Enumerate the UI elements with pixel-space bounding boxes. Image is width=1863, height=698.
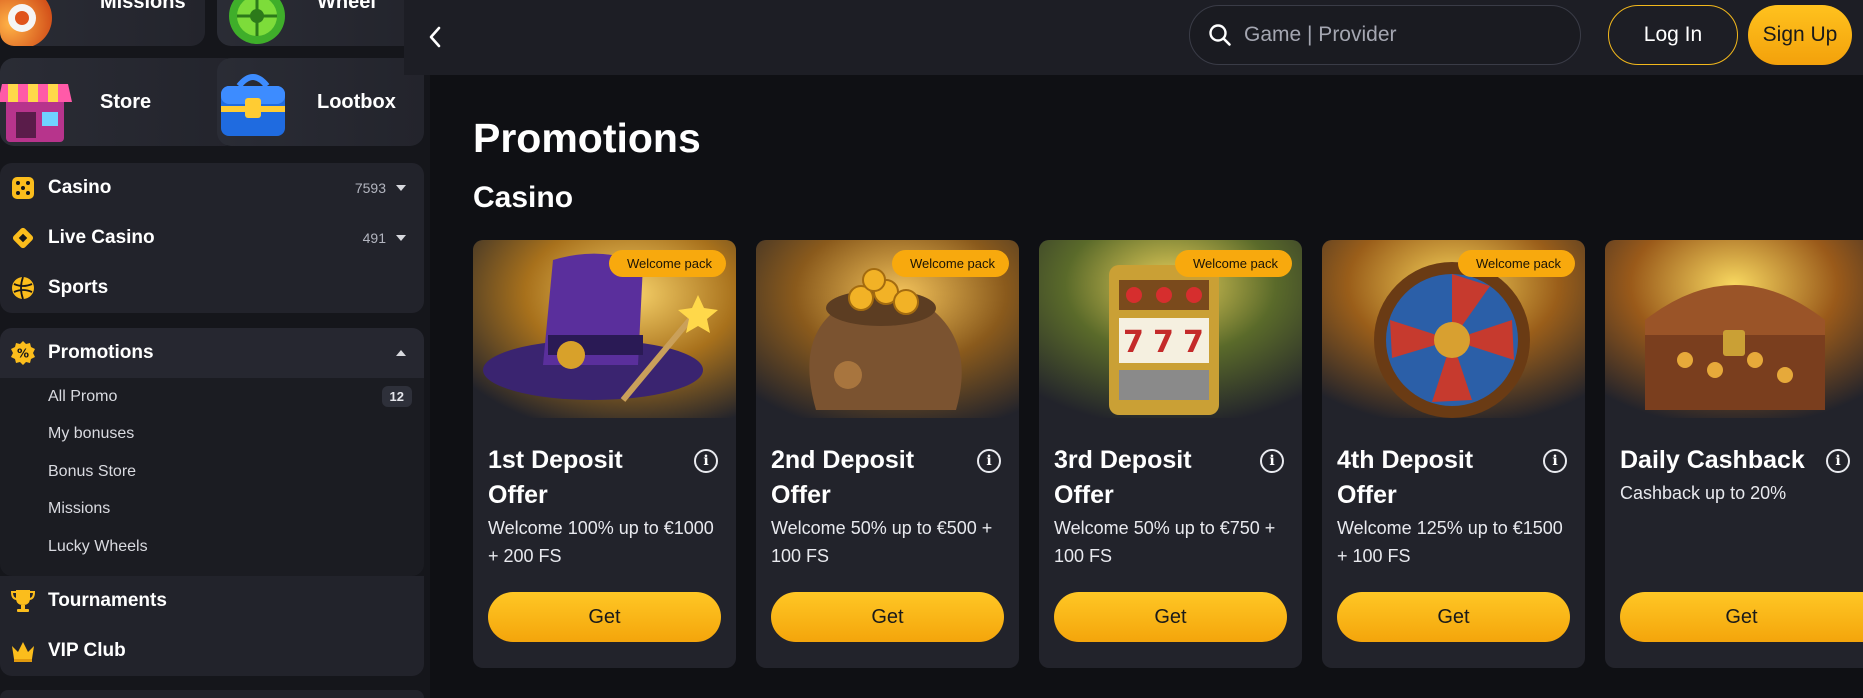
info-icon[interactable]: i — [1826, 449, 1850, 473]
nav-label: Live Casino — [48, 227, 155, 248]
sub-item-my-bonuses[interactable]: My bonuses — [0, 416, 424, 454]
sub-item-label: Lucky Wheels — [48, 537, 148, 555]
sub-item-missions[interactable]: Missions — [0, 491, 424, 529]
lootbox-tile[interactable]: Lootbox — [217, 58, 424, 146]
missions-icon — [0, 0, 80, 46]
sub-item-label: My bonuses — [48, 425, 135, 443]
search-bar[interactable] — [1189, 5, 1581, 65]
sub-item-label: Bonus Store — [48, 462, 137, 480]
game-count: 491 — [362, 230, 386, 246]
live-casino-icon — [10, 225, 36, 251]
svg-text:7: 7 — [1183, 325, 1204, 360]
collapse-sidebar-button[interactable] — [420, 20, 450, 54]
sidebar-divider — [0, 690, 424, 698]
games-nav-panel: Casino 7593 Live Casino 491 Sports — [0, 163, 424, 313]
sub-item-lucky-wheels[interactable]: Lucky Wheels — [0, 528, 424, 566]
get-button[interactable]: Get — [488, 592, 721, 642]
promo-card[interactable]: 777 Welcome pack 3rd Deposit Offer i Wel… — [1039, 240, 1302, 668]
nav-live-casino[interactable]: Live Casino 491 — [0, 213, 424, 263]
get-button[interactable]: Get — [1054, 592, 1287, 642]
tile-label: Store — [100, 90, 152, 113]
sub-item-all-promo[interactable]: All Promo 12 — [0, 378, 424, 416]
nav-label: Casino — [48, 177, 112, 198]
nav-label: Promotions — [48, 342, 154, 363]
nav-label: VIP Club — [48, 640, 126, 661]
card-description: Welcome 125% up to €1500 + 100 FS — [1337, 518, 1563, 566]
info-icon[interactable]: i — [1543, 449, 1567, 473]
missions-tile[interactable]: Missions — [0, 0, 205, 46]
info-icon[interactable]: i — [694, 449, 718, 473]
card-title: 4th Deposit Offer — [1337, 446, 1474, 509]
count-badge: 12 — [381, 386, 412, 408]
svg-text:7: 7 — [1153, 325, 1174, 360]
nav-label: Tournaments — [48, 590, 167, 611]
chevron-left-icon — [429, 26, 441, 48]
main-content: Promotions Casino Welcome pack 1st Depos… — [436, 75, 1863, 698]
card-title: 1st Deposit Offer — [488, 446, 623, 509]
sub-item-bonus-store[interactable]: Bonus Store — [0, 453, 424, 491]
welcome-pack-badge: Welcome pack — [1457, 250, 1575, 277]
welcome-pack-badge: Welcome pack — [608, 250, 726, 277]
get-button[interactable]: Get — [1620, 592, 1863, 642]
info-icon[interactable]: i — [977, 449, 1001, 473]
tile-label: Lootbox — [317, 90, 396, 113]
page-title: Promotions — [473, 115, 701, 161]
section-title: Casino — [473, 181, 574, 214]
nav-vip-club[interactable]: VIP Club — [0, 626, 424, 676]
game-count: 7593 — [354, 180, 386, 196]
svg-text:%: % — [17, 347, 29, 361]
nav-casino[interactable]: Casino 7593 — [0, 163, 424, 213]
welcome-pack-badge: Welcome pack — [1174, 250, 1292, 277]
chevron-up-icon[interactable] — [396, 350, 406, 356]
nav-sports[interactable]: Sports — [0, 263, 424, 313]
store-icon — [0, 58, 80, 146]
card-description: Welcome 50% up to €500 + 100 FS — [771, 518, 993, 566]
sub-item-label: Missions — [48, 500, 111, 518]
extras-panel: Tournaments VIP Club — [0, 576, 424, 676]
card-title: Daily Cashback — [1620, 446, 1805, 474]
percent-badge-icon: % — [10, 340, 36, 366]
sidebar: Missions Wheel Store Lootbox Casino 7593 — [0, 0, 430, 698]
wheel-tile[interactable]: Wheel — [217, 0, 424, 46]
info-icon[interactable]: i — [1260, 449, 1284, 473]
lootbox-icon — [217, 58, 297, 146]
svg-text:7: 7 — [1123, 325, 1144, 360]
promotions-panel: % Promotions All Promo 12 My bonuses Bon… — [0, 328, 424, 576]
card-title: 3rd Deposit Offer — [1054, 446, 1192, 509]
promo-card[interactable]: Welcome pack 4th Deposit Offer i Welcome… — [1322, 240, 1585, 668]
promo-card[interactable]: Welcome pack 2nd Deposit Offer i Welcome… — [756, 240, 1019, 668]
ball-icon — [10, 275, 36, 301]
tile-label: Missions — [100, 0, 186, 13]
dice-icon — [10, 175, 36, 201]
search-input[interactable] — [1244, 23, 1544, 47]
sub-item-label: All Promo — [48, 387, 118, 405]
wheel-icon — [217, 0, 297, 46]
search-icon — [1209, 24, 1231, 46]
get-button[interactable]: Get — [1337, 592, 1570, 642]
store-tile[interactable]: Store — [0, 58, 238, 146]
card-description: Cashback up to 20% — [1620, 483, 1787, 503]
nav-tournaments[interactable]: Tournaments — [0, 576, 424, 626]
signup-button[interactable]: Sign Up — [1748, 5, 1852, 65]
login-button[interactable]: Log In — [1608, 5, 1738, 65]
nav-promotions[interactable]: % Promotions — [0, 328, 424, 378]
topbar: Log In Sign Up — [404, 0, 1863, 75]
promo-card[interactable]: Welcome pack 1st Deposit Offer i Welcome… — [473, 240, 736, 668]
promo-card[interactable]: Daily Cashback i Cashback up to 20% Get — [1605, 240, 1863, 668]
treasure-chest-image — [1605, 240, 1863, 418]
get-button[interactable]: Get — [771, 592, 1004, 642]
chevron-down-icon[interactable] — [396, 185, 406, 191]
card-title: 2nd Deposit Offer — [771, 446, 915, 509]
crown-icon — [10, 638, 36, 664]
chevron-down-icon[interactable] — [396, 235, 406, 241]
trophy-icon — [10, 588, 36, 614]
nav-label: Sports — [48, 277, 109, 298]
tile-label: Wheel — [317, 0, 376, 13]
card-description: Welcome 100% up to €1000 + 200 FS — [488, 518, 714, 566]
welcome-pack-badge: Welcome pack — [891, 250, 1009, 277]
card-description: Welcome 50% up to €750 + 100 FS — [1054, 518, 1276, 566]
